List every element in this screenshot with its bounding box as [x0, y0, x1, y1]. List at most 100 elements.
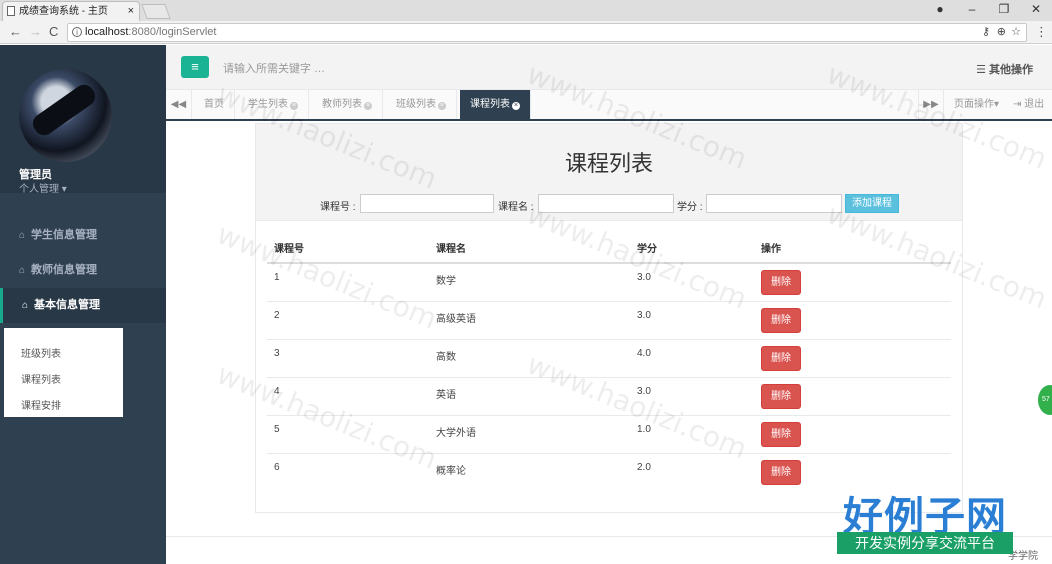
delete-button[interactable]: 删除 — [761, 383, 801, 409]
credit-cell: 2.0 — [630, 452, 754, 491]
tab-home[interactable]: 首页 — [194, 90, 235, 119]
sidebar-item-label: 基本信息管理 — [34, 299, 101, 311]
course-table: 课程号 课程名 学分 操作 1 数学 3.0 删除 2 高级英语 3.0 删除 — [267, 232, 951, 491]
search-input[interactable]: 请输入所需关键字 … — [223, 60, 325, 76]
delete-button[interactable]: 删除 — [761, 345, 801, 371]
browser-tab[interactable]: 成绩查询系统 - 主页 × — [2, 1, 140, 21]
other-ops-label: 其他操作 — [989, 64, 1033, 76]
tab-student-list[interactable]: 学生列表 × — [238, 90, 309, 119]
key-icon[interactable]: ⚷ — [982, 24, 990, 41]
zoom-icon[interactable]: ⊕ — [997, 24, 1006, 41]
tab-close-icon[interactable]: × — [438, 102, 446, 110]
close-tab-icon[interactable]: × — [128, 2, 134, 21]
avatar[interactable] — [19, 69, 112, 162]
course-name-cell: 概率论 — [429, 452, 630, 491]
submenu-item-class-list[interactable]: 班级列表 — [21, 345, 61, 360]
close-window-button[interactable]: ✕ — [1021, 0, 1051, 21]
course-name-cell: 高数 — [429, 338, 630, 377]
tab-label: 课程列表 — [470, 99, 510, 110]
sidebar-item-teacher[interactable]: ⌂ 教师信息管理 — [0, 253, 166, 288]
logout-label: 退出 — [1024, 99, 1045, 110]
sidebar-item-basic-info[interactable]: ⌂ 基本信息管理 — [0, 288, 166, 323]
table-row: 1 数学 3.0 删除 — [267, 262, 951, 301]
course-name-input[interactable] — [538, 194, 674, 213]
watermark-logo: 好例子网 开发实例分享交流平台 — [837, 484, 1017, 560]
course-no-input[interactable] — [360, 194, 494, 213]
submenu-item-course-schedule[interactable]: 课程安排 — [21, 397, 61, 412]
forward-button[interactable]: → — [29, 24, 42, 40]
back-button[interactable]: ← — [9, 24, 22, 40]
action-cell: 删除 — [754, 414, 951, 453]
top-header: ≡ 请输入所需关键字 … ☰ 其他操作 — [166, 45, 1052, 90]
delete-button[interactable]: 删除 — [761, 307, 801, 333]
credit-cell: 3.0 — [630, 300, 754, 339]
logout-button[interactable]: ⇥ 退出 — [1013, 90, 1044, 119]
other-ops-button[interactable]: ☰ 其他操作 — [976, 61, 1033, 77]
course-name-cell: 英语 — [429, 376, 630, 415]
course-no-cell: 4 — [267, 376, 429, 415]
table-row: 5 大学外语 1.0 删除 — [267, 414, 951, 453]
submenu-item-course-list[interactable]: 课程列表 — [21, 371, 61, 386]
browser-menu-icon[interactable]: ⋮ — [1035, 24, 1048, 40]
add-course-button[interactable]: 添加课程 — [845, 194, 899, 213]
credit-cell: 4.0 — [630, 338, 754, 377]
url-input[interactable]: i localhost:8080/loginServlet ⚷ ⊕ ☆ — [67, 23, 1027, 42]
page-tabs-bar: ◀◀ 首页 学生列表 × 教师列表 × 班级列表 × 课程列表 × ▶▶ 页面操作▾ ⇥… — [166, 90, 1052, 121]
tabs-scroll-right-icon[interactable]: ▶▶ — [918, 90, 944, 119]
sidebar-item-student[interactable]: ⌂ 学生信息管理 — [0, 218, 166, 253]
document-icon — [7, 6, 15, 16]
tab-label: 学生列表 — [248, 99, 288, 110]
column-header: 课程名 — [429, 232, 630, 264]
course-name-cell: 数学 — [429, 262, 630, 301]
home-icon: ⌂ — [19, 265, 26, 276]
tab-course-list[interactable]: 课程列表 × — [460, 90, 531, 119]
sidebar-submenu: 班级列表 课程列表 课程安排 — [4, 328, 123, 417]
home-icon: ⌂ — [19, 230, 26, 241]
tab-close-icon[interactable]: × — [364, 102, 372, 110]
personal-menu-toggle[interactable]: 个人管理 ▾ — [19, 180, 67, 195]
minimize-button[interactable]: – — [957, 0, 987, 21]
credit-cell: 3.0 — [630, 376, 754, 415]
course-panel: 课程列表 课程号 : 课程名 : 学分 : 添加课程 课程号 课程名 学分 操作… — [255, 123, 963, 513]
course-no-cell: 6 — [267, 452, 429, 491]
menu-toggle-button[interactable]: ≡ — [181, 56, 209, 78]
delete-button[interactable]: 删除 — [761, 270, 801, 295]
tab-teacher-list[interactable]: 教师列表 × — [312, 90, 383, 119]
tab-label: 教师列表 — [322, 99, 362, 110]
tabs-scroll-left-icon[interactable]: ◀◀ — [166, 90, 192, 119]
action-cell: 删除 — [754, 338, 951, 377]
action-cell: 删除 — [754, 262, 951, 301]
credit-input[interactable] — [706, 194, 842, 213]
course-no-cell: 1 — [267, 262, 429, 301]
column-header: 学分 — [630, 232, 754, 264]
restore-button[interactable]: ❐ — [989, 0, 1019, 21]
address-bar: ← → C i localhost:8080/loginServlet ⚷ ⊕ … — [0, 21, 1052, 44]
sidebar-item-label: 学生信息管理 — [31, 229, 98, 241]
action-cell: 删除 — [754, 300, 951, 339]
info-icon[interactable]: i — [72, 27, 82, 37]
tab-label: 班级列表 — [396, 99, 436, 110]
credit-label: 学分 : — [677, 202, 703, 213]
sidebar: 管理员 个人管理 ▾ ⌂ 学生信息管理 ⌂ 教师信息管理 ⌂ 基本信息管理 班级列表 … — [0, 45, 166, 564]
tab-close-icon[interactable]: × — [290, 102, 298, 110]
tab-close-icon[interactable]: × — [512, 102, 520, 110]
panel-header: 课程列表 课程号 : 课程名 : 学分 : 添加课程 — [256, 124, 962, 221]
action-cell: 删除 — [754, 376, 951, 415]
star-icon[interactable]: ☆ — [1011, 24, 1021, 41]
logout-icon: ⇥ — [1013, 99, 1022, 110]
home-icon: ⌂ — [22, 300, 29, 311]
course-name-label: 课程名 : — [498, 202, 534, 213]
profile-panel: 管理员 个人管理 ▾ — [0, 45, 166, 195]
profile-icon[interactable]: ● — [925, 0, 955, 21]
page-ops-dropdown[interactable]: 页面操作▾ — [954, 90, 999, 119]
list-icon: ☰ — [976, 64, 986, 76]
delete-button[interactable]: 删除 — [761, 421, 801, 447]
page-title: 课程列表 — [564, 151, 653, 176]
column-header: 操作 — [754, 232, 951, 264]
reload-button[interactable]: C — [49, 24, 58, 40]
delete-button[interactable]: 删除 — [761, 459, 801, 485]
tab-class-list[interactable]: 班级列表 × — [386, 90, 457, 119]
credit-cell: 1.0 — [630, 414, 754, 453]
column-header: 课程号 — [267, 232, 429, 264]
new-tab-button[interactable] — [141, 4, 171, 19]
